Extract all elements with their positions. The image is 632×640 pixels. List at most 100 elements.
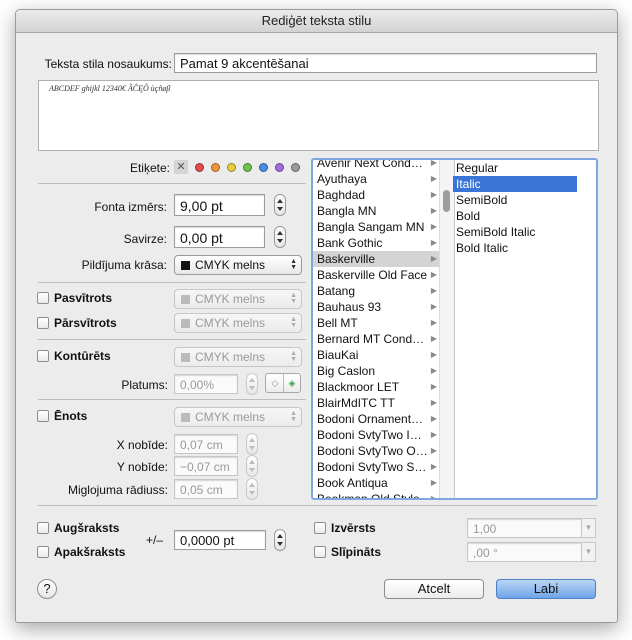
font-style-item[interactable]: Regular [453, 160, 577, 176]
font-family-item[interactable]: Bodoni SvtyTwo O… ▶ [313, 443, 439, 459]
font-style-item[interactable]: SemiBold [453, 192, 577, 208]
shadow-color-popup[interactable]: CMYK melns ▲ ▼ [174, 407, 302, 427]
clear-tag-icon[interactable]: ✕ [174, 160, 188, 174]
font-family-item[interactable]: Big Caslon ▶ [313, 363, 439, 379]
font-style-item[interactable]: Bold [453, 208, 577, 224]
tag-color-dot[interactable] [259, 163, 268, 172]
style-name-field[interactable]: Pamat 9 akcentēšanai [174, 53, 597, 73]
outline-color-popup[interactable]: CMYK melns ▲ ▼ [174, 347, 302, 367]
baseline-shift-stepper[interactable] [274, 529, 286, 551]
separator [38, 282, 306, 283]
shadow-x-offset-stepper[interactable] [246, 433, 258, 455]
font-family-item[interactable]: Baskerville ▶ [313, 251, 439, 267]
font-family-item[interactable]: Batang ▶ [313, 283, 439, 299]
ok-button[interactable]: Labi [496, 579, 596, 599]
font-family-item[interactable]: Bodoni Ornament… ▶ [313, 411, 439, 427]
font-family-item[interactable]: Bangla MN ▶ [313, 203, 439, 219]
font-family-name: Big Caslon [317, 364, 376, 378]
up-arrow-icon[interactable] [249, 438, 255, 442]
font-family-item[interactable]: Baghdad ▶ [313, 187, 439, 203]
down-arrow-icon[interactable] [249, 491, 255, 495]
kerning-stepper[interactable] [274, 226, 286, 248]
underline-checkbox[interactable] [37, 292, 49, 304]
fill-color-popup[interactable]: CMYK melns ▲ ▼ [174, 255, 302, 275]
down-arrow-icon[interactable] [249, 468, 255, 472]
up-arrow-icon[interactable] [277, 231, 283, 235]
tag-color-dot[interactable] [243, 163, 252, 172]
underline-color-popup[interactable]: CMYK melns ▲ ▼ [174, 289, 302, 309]
shadow-blur-stepper[interactable] [246, 478, 258, 500]
shadow-y-offset-field[interactable]: −0,07 cm [174, 456, 238, 476]
strikethrough-checkbox[interactable] [37, 317, 49, 329]
font-family-list: Avenir Next Cond… ▶ Ayuthaya ▶ Baghdad ▶ Bangl… [313, 160, 439, 498]
subscript-label: Apakšraksts [54, 545, 126, 559]
expanded-dropdown-icon[interactable]: ▼ [581, 518, 596, 538]
disclosure-arrow-icon: ▶ [430, 430, 437, 439]
tag-color-dot[interactable] [195, 163, 204, 172]
outline-color-value: CMYK melns [195, 350, 266, 364]
font-family-item[interactable]: BlairMdITC TT ▶ [313, 395, 439, 411]
cancel-button[interactable]: Atcelt [384, 579, 484, 599]
outline-label: Kontūrēts [54, 349, 111, 363]
font-family-item[interactable]: Bank Gothic ▶ [313, 235, 439, 251]
shadow-y-offset-stepper[interactable] [246, 455, 258, 477]
down-arrow-icon[interactable] [249, 446, 255, 450]
font-family-item[interactable]: Bodoni SvtyTwo S… ▶ [313, 459, 439, 475]
subscript-checkbox[interactable] [37, 546, 49, 558]
outline-inside-icon[interactable]: ◈ [284, 375, 300, 391]
font-family-item[interactable]: Bauhaus 93 ▶ [313, 299, 439, 315]
font-family-item[interactable]: Blackmoor LET ▶ [313, 379, 439, 395]
font-style-item[interactable]: Bold Italic [453, 240, 577, 256]
font-size-stepper[interactable] [274, 194, 286, 216]
kerning-field[interactable]: 0,00 pt [174, 226, 265, 248]
italicized-checkbox[interactable] [314, 546, 326, 558]
shadow-checkbox[interactable] [37, 410, 49, 422]
shadow-blur-field[interactable]: 0,05 cm [174, 479, 238, 499]
tag-color-dot[interactable] [275, 163, 284, 172]
fill-color-value: CMYK melns [195, 258, 266, 272]
font-family-item[interactable]: Bangla Sangam MN ▶ [313, 219, 439, 235]
font-family-item[interactable]: Bodoni SvtyTwo I… ▶ [313, 427, 439, 443]
font-family-item[interactable]: Avenir Next Cond… ▶ [313, 160, 439, 171]
font-family-name: Bangla MN [317, 204, 377, 218]
strikethrough-color-popup[interactable]: CMYK melns ▲ ▼ [174, 313, 302, 333]
font-style-item[interactable]: Italic [453, 176, 577, 192]
outline-width-stepper[interactable] [246, 373, 258, 395]
help-button[interactable]: ? [37, 579, 57, 599]
tag-color-dot[interactable] [227, 163, 236, 172]
up-arrow-icon[interactable] [249, 460, 255, 464]
font-family-item[interactable]: Bell MT ▶ [313, 315, 439, 331]
font-family-item[interactable]: Baskerville Old Face ▶ [313, 267, 439, 283]
font-style-item[interactable]: SemiBold Italic [453, 224, 577, 240]
italicized-dropdown-icon[interactable]: ▼ [581, 542, 596, 562]
font-family-item[interactable]: Book Antiqua ▶ [313, 475, 439, 491]
italicized-field[interactable]: ,00 ° [467, 542, 581, 562]
shadow-x-offset-field[interactable]: 0,07 cm [174, 434, 238, 454]
up-arrow-icon[interactable] [249, 378, 255, 382]
font-family-item[interactable]: BiauKai ▶ [313, 347, 439, 363]
tag-color-dot[interactable] [211, 163, 220, 172]
down-arrow-icon[interactable] [277, 239, 283, 243]
tag-color-dot[interactable] [291, 163, 300, 172]
up-arrow-icon[interactable] [277, 534, 283, 538]
expanded-checkbox[interactable] [314, 522, 326, 534]
baseline-shift-field[interactable]: 0,0000 pt [174, 530, 266, 550]
separator [38, 183, 306, 184]
scrollbar-thumb[interactable] [443, 190, 450, 212]
up-arrow-icon[interactable] [277, 199, 283, 203]
font-browser: Avenir Next Cond… ▶ Ayuthaya ▶ Baghdad ▶ Bangl… [311, 158, 598, 500]
down-arrow-icon[interactable] [249, 386, 255, 390]
up-arrow-icon[interactable] [249, 483, 255, 487]
outline-outside-icon[interactable]: ◇ [267, 375, 283, 391]
expanded-field[interactable]: 1,00 [467, 518, 581, 538]
font-family-name: Bank Gothic [317, 236, 383, 250]
outline-checkbox[interactable] [37, 350, 49, 362]
superscript-checkbox[interactable] [37, 522, 49, 534]
font-family-item[interactable]: Bookman Old Style ▶ [313, 491, 439, 498]
font-family-item[interactable]: Bernard MT Cond… ▶ [313, 331, 439, 347]
font-size-field[interactable]: 9,00 pt [174, 194, 265, 216]
down-arrow-icon[interactable] [277, 207, 283, 211]
down-arrow-icon[interactable] [277, 542, 283, 546]
outline-width-field[interactable]: 0,00% [174, 374, 238, 394]
font-family-item[interactable]: Ayuthaya ▶ [313, 171, 439, 187]
